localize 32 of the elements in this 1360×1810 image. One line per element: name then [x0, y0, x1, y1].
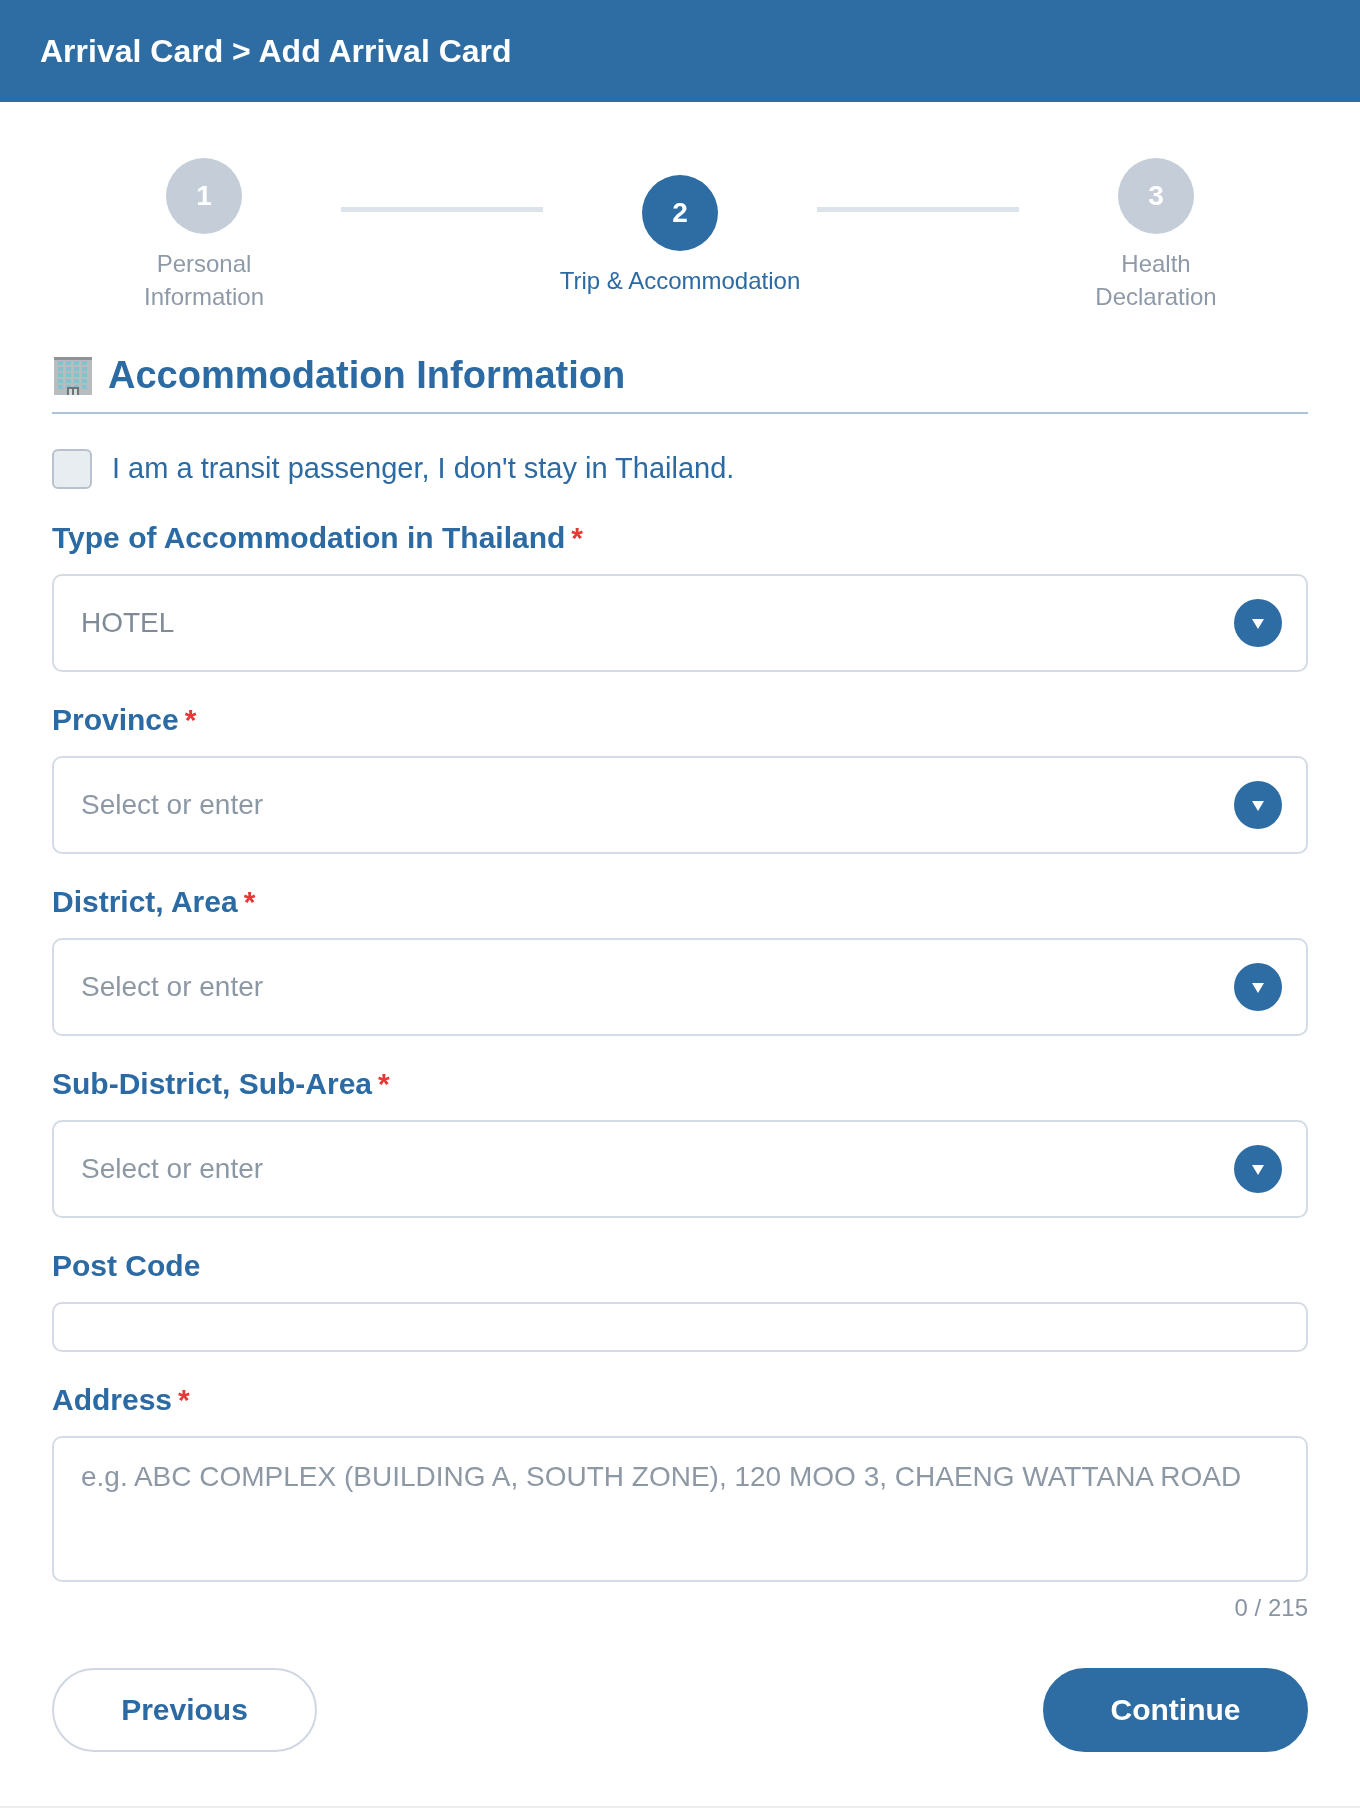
- field-label: Address: [52, 1381, 173, 1418]
- previous-button[interactable]: Previous: [52, 1667, 317, 1752]
- caret-icon: [1234, 598, 1282, 647]
- required-asterisk: *: [571, 519, 584, 556]
- step-label: Personal Information: [142, 249, 266, 312]
- required-asterisk: *: [378, 1065, 390, 1102]
- required-asterisk: *: [243, 883, 256, 920]
- continue-button[interactable]: Continue: [1043, 1667, 1308, 1752]
- field-label: Type of Accommodation in Thailand: [52, 519, 566, 556]
- caret-icon: [1234, 780, 1282, 829]
- dropdown-field[interactable]: HOTEL: [52, 573, 1308, 672]
- field-label: District, Area: [52, 883, 238, 920]
- field-label: Sub-District, Sub-Area: [52, 1065, 373, 1102]
- character-counter: 0 / 215: [1234, 1592, 1308, 1623]
- page-title: Arrival Card > Add Arrival Card: [40, 32, 512, 71]
- caret-icon: [1234, 962, 1282, 1011]
- text-area[interactable]: e.g. ABC COMPLEX (BUILDING A, SOUTH ZONE), 120 MOO 3, CHAENG WATTANA ROAD: [52, 1435, 1308, 1582]
- step-label: Trip & Accommodation: [559, 265, 801, 296]
- field-label: Province: [52, 701, 179, 738]
- building-icon: [52, 355, 94, 395]
- input-field[interactable]: [52, 1301, 1308, 1352]
- step-label: Health Declaration: [1094, 249, 1218, 312]
- required-asterisk: *: [178, 1381, 190, 1418]
- section-title: Accommodation Information: [108, 353, 626, 398]
- caret-icon: [1234, 1144, 1282, 1193]
- dropdown-field[interactable]: Select or enter: [52, 755, 1308, 854]
- checkbox[interactable]: [52, 448, 92, 489]
- field-label: Post Code: [52, 1247, 201, 1284]
- dropdown-field[interactable]: Select or enter: [52, 1119, 1308, 1218]
- checkbox-label: I am a transit passenger, I don't stay in Thailand.: [112, 451, 735, 486]
- dropdown-field[interactable]: Select or enter: [52, 937, 1308, 1036]
- required-asterisk: *: [184, 701, 197, 738]
